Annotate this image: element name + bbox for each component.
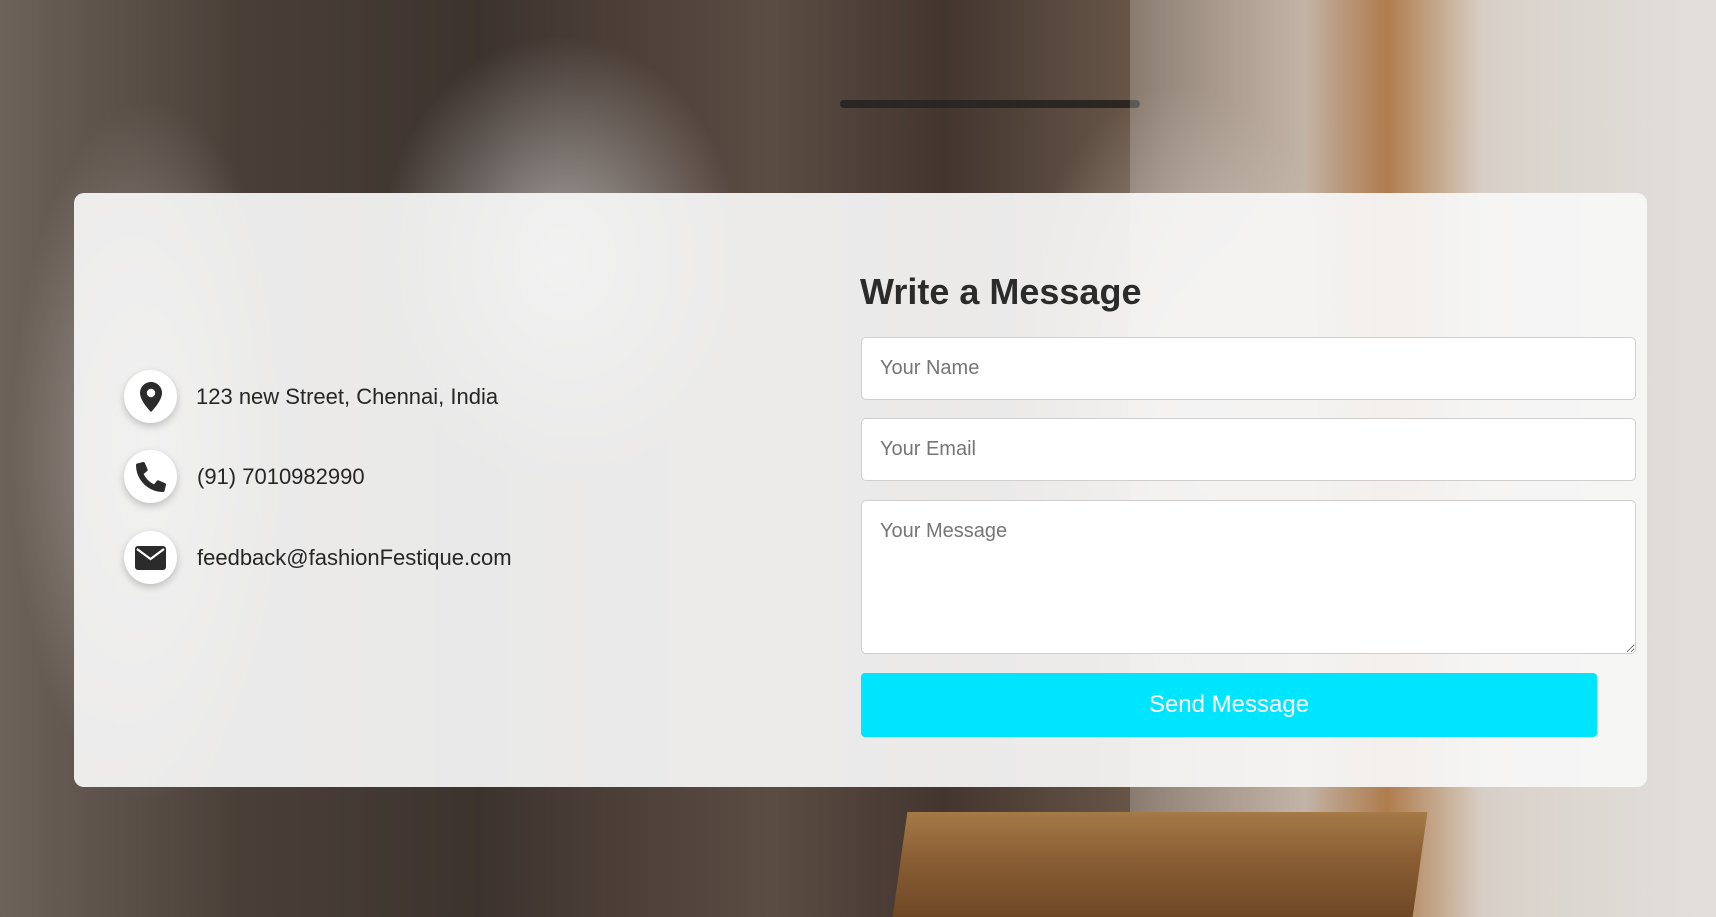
- email-input[interactable]: [861, 418, 1636, 481]
- contact-phone: (91) 7010982990: [124, 450, 365, 503]
- contact-email: feedback@fashionFestique.com: [124, 531, 512, 584]
- send-message-button[interactable]: Send Message: [861, 673, 1597, 737]
- address-text: 123 new Street, Chennai, India: [196, 383, 499, 409]
- contact-card: 123 new Street, Chennai, India (91) 7010…: [74, 193, 1647, 787]
- background-wooden-shelf: [892, 812, 1428, 917]
- message-textarea[interactable]: [861, 500, 1636, 654]
- email-text: feedback@fashionFestique.com: [197, 544, 512, 570]
- map-pin-icon: [124, 370, 177, 423]
- background-clothes-rail: [840, 100, 1140, 108]
- phone-text: (91) 7010982990: [197, 463, 365, 489]
- phone-icon: [124, 450, 177, 503]
- form-title: Write a Message: [860, 271, 1142, 312]
- contact-address: 123 new Street, Chennai, India: [124, 370, 498, 423]
- name-input[interactable]: [861, 337, 1636, 400]
- envelope-icon: [124, 531, 177, 584]
